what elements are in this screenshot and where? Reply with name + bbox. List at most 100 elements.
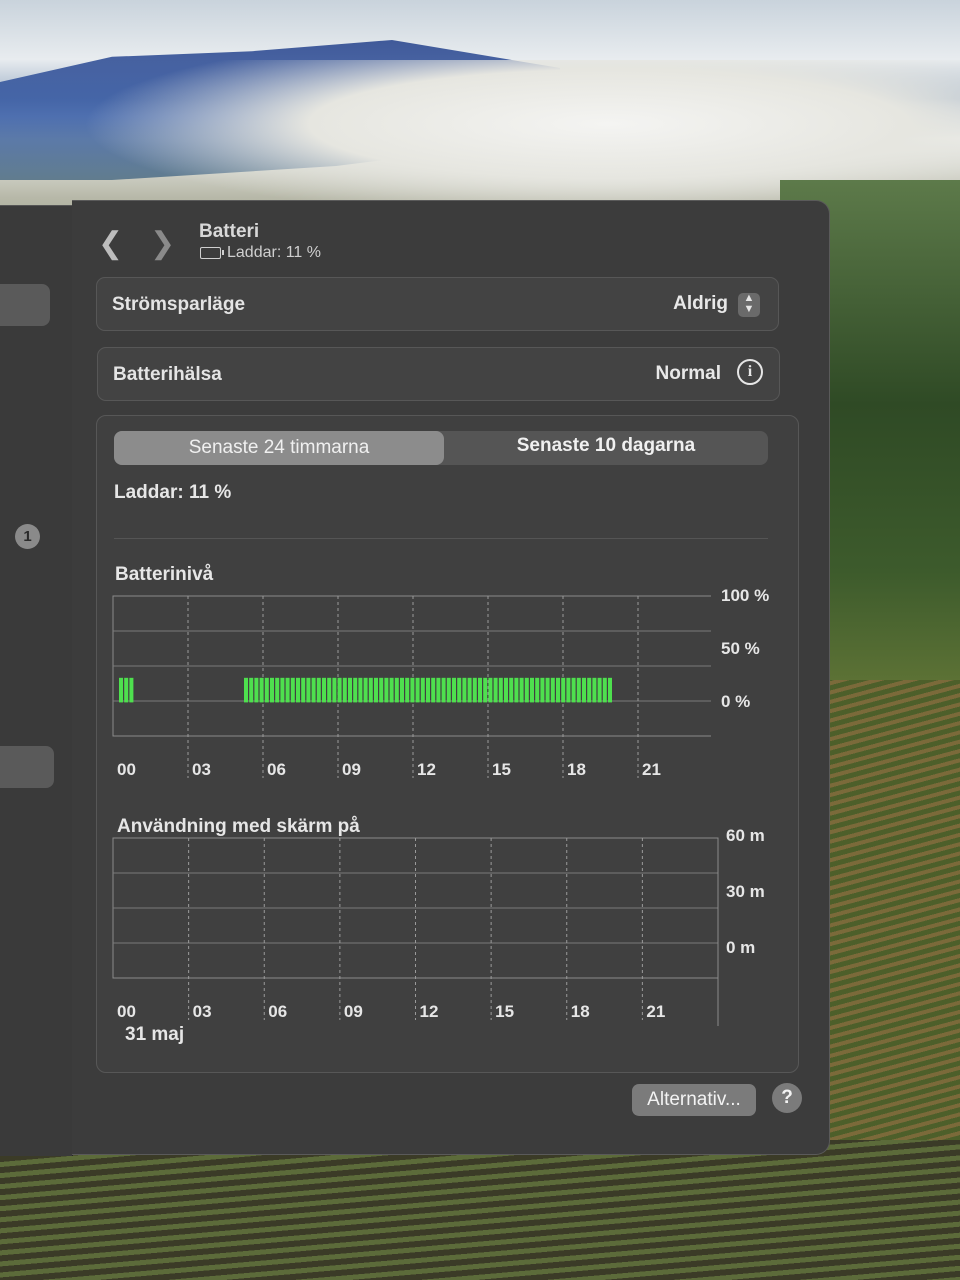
battery-level-bar bbox=[426, 677, 430, 703]
x-tick-label: 00 bbox=[117, 760, 136, 779]
x-tick-label: 06 bbox=[268, 1002, 288, 1021]
forward-chevron-icon[interactable]: ❯ bbox=[150, 229, 175, 259]
battery-level-bar bbox=[597, 677, 602, 703]
battery-level-bar bbox=[483, 677, 488, 703]
x-tick-label: 21 bbox=[646, 1002, 666, 1021]
battery-level-bar bbox=[301, 677, 306, 703]
updown-chevron-icon[interactable]: ▲ ▼ bbox=[738, 293, 760, 317]
power-mode-row: Strömsparläge Aldrig ▲ ▼ bbox=[96, 277, 779, 331]
battery-level-bar bbox=[285, 677, 290, 703]
x-tick-label: 12 bbox=[419, 1002, 439, 1021]
battery-level-bar bbox=[332, 677, 337, 703]
battery-level-bar bbox=[550, 677, 555, 703]
battery-level-bar bbox=[431, 677, 436, 703]
battery-level-bar bbox=[374, 677, 378, 703]
battery-level-bar bbox=[504, 677, 508, 703]
x-tick-label: 06 bbox=[267, 760, 286, 779]
sidebar-item-selected[interactable] bbox=[0, 746, 54, 788]
x-tick-label: 00 bbox=[117, 1002, 136, 1021]
battery-level-bar bbox=[566, 677, 571, 703]
battery-level-bar bbox=[306, 677, 311, 703]
battery-level-chart: 00 03 06 09 12 15 18 21 100 % 50 % 0 % bbox=[111, 584, 771, 794]
battery-level-bar bbox=[129, 677, 134, 703]
battery-level-bar bbox=[379, 677, 384, 703]
tab-last-10-days[interactable]: Senaste 10 dagarna bbox=[444, 431, 768, 465]
x-tick-label: 03 bbox=[192, 1002, 212, 1021]
battery-level-bar bbox=[410, 677, 415, 703]
battery-level-bar bbox=[244, 677, 248, 703]
battery-level-bar bbox=[259, 677, 264, 703]
sidebar-item[interactable] bbox=[0, 284, 50, 326]
page-title: Batteri bbox=[199, 221, 260, 242]
battery-level-bar bbox=[509, 677, 514, 703]
x-tick-label: 03 bbox=[192, 760, 211, 779]
battery-level-bar bbox=[556, 677, 560, 703]
battery-level-bar bbox=[587, 677, 592, 703]
notification-badge: 1 bbox=[15, 524, 40, 549]
battery-level-bar bbox=[311, 677, 316, 703]
battery-level-bar bbox=[576, 677, 581, 703]
battery-level-bar bbox=[290, 677, 295, 703]
battery-level-bar bbox=[535, 677, 540, 703]
battery-level-bar bbox=[592, 677, 597, 703]
y-tick-label: 0 % bbox=[721, 692, 751, 712]
battery-level-title: Batterinivå bbox=[115, 564, 214, 585]
battery-level-bar bbox=[353, 677, 358, 703]
battery-level-bar bbox=[457, 677, 462, 703]
battery-level-bar bbox=[280, 677, 285, 703]
battery-level-bar bbox=[571, 677, 576, 703]
battery-level-bar bbox=[452, 677, 456, 703]
x-tick-label: 12 bbox=[417, 760, 436, 779]
battery-level-bar bbox=[467, 677, 472, 703]
y-tick-label: 50 % bbox=[721, 639, 760, 659]
power-mode-label: Strömsparläge bbox=[112, 294, 246, 315]
y-tick-label: 0 m bbox=[726, 938, 756, 957]
battery-level-bar bbox=[270, 677, 274, 703]
y-tick-label: 30 m bbox=[726, 882, 765, 901]
charging-status-text: Laddar: 11 % bbox=[227, 244, 321, 261]
x-tick-label: 18 bbox=[567, 760, 586, 779]
options-button[interactable]: Alternativ... bbox=[632, 1084, 756, 1116]
battery-level-bar bbox=[124, 677, 129, 703]
battery-level-bar bbox=[348, 677, 352, 703]
battery-level-bar bbox=[358, 677, 363, 703]
battery-level-bar bbox=[498, 677, 503, 703]
y-tick-label: 100 % bbox=[721, 586, 770, 605]
battery-level-bar bbox=[446, 677, 451, 703]
battery-settings-window: ❮ ❯ Batteri Laddar: 11 % Strömsparläge A… bbox=[72, 200, 830, 1155]
x-tick-label: 15 bbox=[492, 760, 511, 779]
battery-level-bar bbox=[462, 677, 467, 703]
page-subtitle: Laddar: 11 % bbox=[200, 244, 321, 262]
battery-level-bar bbox=[478, 677, 482, 703]
help-button[interactable]: ? bbox=[772, 1083, 802, 1113]
battery-charging-icon bbox=[200, 246, 224, 259]
power-mode-select[interactable]: Aldrig bbox=[673, 293, 728, 315]
battery-level-bar bbox=[254, 677, 259, 703]
screen-usage-chart: 00 03 06 09 12 15 18 21 60 m 30 m 0 m bbox=[111, 826, 771, 1066]
battery-level-bar bbox=[249, 677, 254, 703]
battery-level-bar bbox=[394, 677, 399, 703]
battery-level-bar bbox=[514, 677, 519, 703]
battery-level-bar bbox=[363, 677, 368, 703]
battery-level-bar bbox=[415, 677, 420, 703]
back-chevron-icon[interactable]: ❮ bbox=[98, 229, 123, 259]
x-tick-label: 09 bbox=[343, 1002, 363, 1021]
battery-level-bar bbox=[540, 677, 545, 703]
battery-level-bar bbox=[337, 677, 342, 703]
battery-level-bar bbox=[400, 677, 404, 703]
battery-level-bar bbox=[530, 677, 534, 703]
battery-level-bar bbox=[275, 677, 280, 703]
battery-level-bar bbox=[582, 677, 586, 703]
battery-level-bar bbox=[368, 677, 373, 703]
x-tick-label: 09 bbox=[342, 760, 361, 779]
battery-health-row: Batterihälsa Normal i bbox=[97, 347, 780, 401]
battery-level-bar bbox=[519, 677, 524, 703]
battery-level-bar bbox=[119, 677, 123, 703]
info-icon[interactable]: i bbox=[737, 359, 763, 385]
x-tick-label: 15 bbox=[495, 1002, 515, 1021]
tab-last-24-hours[interactable]: Senaste 24 timmarna bbox=[114, 431, 444, 465]
battery-health-label: Batterihälsa bbox=[113, 364, 222, 385]
battery-level-bar bbox=[405, 677, 410, 703]
battery-level-bar bbox=[493, 677, 498, 703]
x-tick-label: 21 bbox=[642, 760, 661, 779]
